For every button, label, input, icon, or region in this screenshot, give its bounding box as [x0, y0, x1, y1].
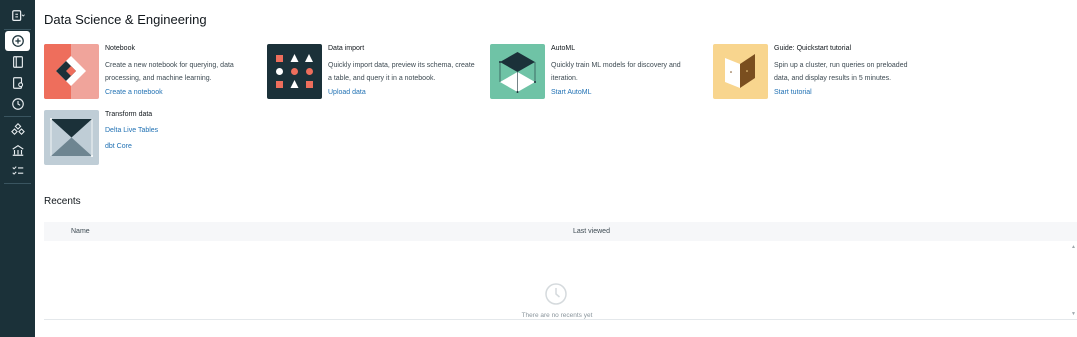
card-transform-data[interactable]: Transform data Delta Live Tables dbt Cor…: [44, 110, 254, 170]
recents-clock-icon[interactable]: [5, 94, 30, 114]
dbt-core-link[interactable]: dbt Core: [105, 143, 132, 150]
workflows-icon[interactable]: [5, 161, 30, 181]
data-icon[interactable]: [5, 119, 30, 139]
main-content: Data Science & Engineering Notebook Crea…: [35, 0, 1077, 337]
table-header: Name Last viewed: [44, 222, 1077, 241]
recents-title: Recents: [44, 196, 81, 207]
sidebar-divider: [4, 29, 31, 30]
empty-clock-icon: [545, 283, 567, 305]
column-header-last-viewed[interactable]: Last viewed: [573, 228, 610, 235]
delta-live-tables-link[interactable]: Delta Live Tables: [105, 127, 158, 134]
page-title: Data Science & Engineering: [44, 12, 207, 27]
empty-state-text: There are no recents yet: [521, 312, 593, 319]
scroll-up-arrow-icon[interactable]: ▲: [1071, 244, 1076, 250]
card-guide-description: Spin up a cluster, run queries on preloa…: [774, 62, 908, 82]
data-import-illustration: [267, 44, 322, 99]
sidebar: [0, 0, 35, 337]
start-tutorial-link[interactable]: Start tutorial: [774, 89, 812, 96]
automl-illustration: [490, 44, 545, 99]
card-data-import-title: Data import: [328, 45, 365, 52]
workspace-icon[interactable]: [5, 52, 30, 72]
card-transform-title: Transform data: [105, 111, 153, 118]
sidebar-divider: [4, 116, 31, 117]
card-automl-title: AutoML: [551, 45, 576, 52]
card-automl-description: Quickly train ML models for discovery an…: [551, 62, 681, 82]
upload-data-link[interactable]: Upload data: [328, 89, 366, 96]
card-automl[interactable]: AutoML Quickly train ML models for disco…: [490, 44, 700, 104]
start-automl-link[interactable]: Start AutoML: [551, 89, 591, 96]
card-notebook[interactable]: Notebook Create a new notebook for query…: [44, 44, 254, 104]
compute-icon[interactable]: [5, 140, 30, 160]
repos-icon[interactable]: [5, 73, 30, 93]
workspace-switcher-icon[interactable]: [5, 6, 30, 26]
card-guide[interactable]: Guide: Quickstart tutorial Spin up a clu…: [713, 44, 923, 104]
scroll-down-arrow-icon[interactable]: ▼: [1071, 311, 1076, 317]
recents-table: Name Last viewed ▲ There are no recents …: [44, 222, 1077, 320]
new-plus-icon[interactable]: [5, 31, 30, 51]
transform-data-illustration: [44, 110, 99, 165]
card-data-import-description: Quickly import data, preview its schema,…: [328, 62, 475, 82]
card-guide-title: Guide: Quickstart tutorial: [774, 45, 852, 52]
guide-illustration: [713, 44, 768, 99]
column-header-name[interactable]: Name: [71, 228, 90, 235]
table-body: ▲ There are no recents yet ▼: [44, 241, 1077, 320]
notebook-illustration: [44, 44, 99, 99]
card-notebook-description: Create a new notebook for querying, data…: [105, 62, 234, 82]
create-notebook-link[interactable]: Create a notebook: [105, 89, 163, 96]
card-notebook-title: Notebook: [105, 45, 135, 52]
sidebar-divider: [4, 183, 31, 184]
card-data-import[interactable]: Data import Quickly import data, preview…: [267, 44, 477, 104]
